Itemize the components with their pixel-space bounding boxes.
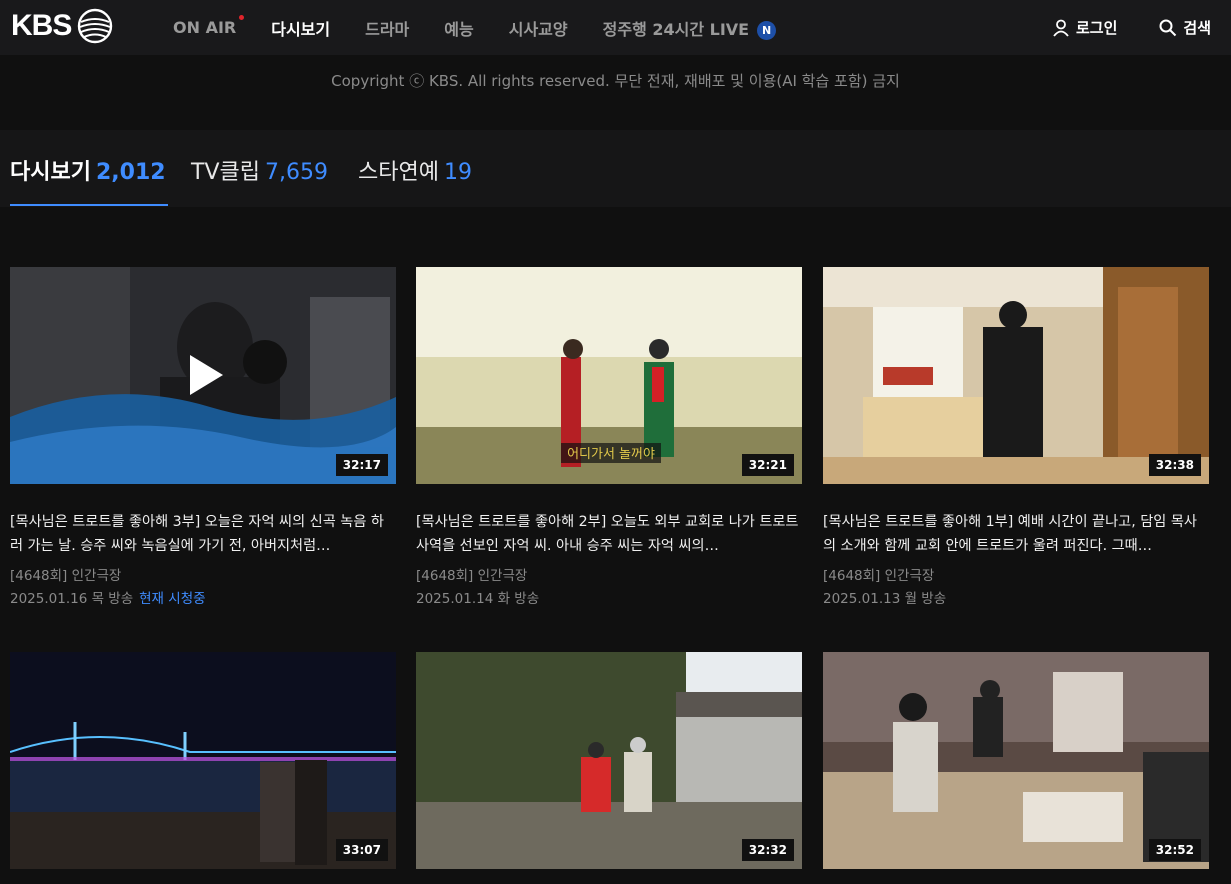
onair-live-dot <box>239 15 245 20</box>
tab-star-count: 19 <box>443 160 472 185</box>
tab-tvclip-label: TV클립 <box>191 160 260 185</box>
logo-text: KBS <box>11 9 72 42</box>
kbs-globe-icon <box>78 8 113 44</box>
user-icon <box>1053 19 1069 37</box>
active-tab-indicator <box>10 204 168 206</box>
menu-onair[interactable]: ON AIR <box>173 15 245 37</box>
video-duration: 32:52 <box>1148 839 1201 861</box>
thumbnail-image: 어디가서 놀꺼야 <box>416 267 802 484</box>
video-title[interactable]: [목사님은 트로트를 좋아해 2부] 오늘도 외부 교회로 나가 트로트 사역을… <box>416 510 802 558</box>
menu-drama-label: 드라마 <box>365 19 410 39</box>
video-program: [4648회] 인간극장 <box>10 568 122 584</box>
video-title[interactable]: [목사님은 트로트를 좋아해 3부] 오늘은 자억 씨의 신곡 녹음 하러 가는… <box>10 510 396 558</box>
video-date: 2025.01.13 월 방송 <box>823 591 947 607</box>
play-icon[interactable] <box>186 352 226 398</box>
menu-onair-label: ON AIR <box>173 18 237 37</box>
tab-replay-count: 2,012 <box>95 160 166 185</box>
video-duration: 32:17 <box>335 454 388 476</box>
video-program: [4648회] 인간극장 <box>416 568 528 584</box>
now-watching-badge: 현재 시청중 <box>139 591 206 607</box>
content-tabs: 다시보기 2,012 TV클립 7,659 스타연예 19 <box>0 130 1231 207</box>
menu-replay-label: 다시보기 <box>271 19 331 39</box>
tab-tvclip-count: 7,659 <box>264 160 328 185</box>
util-menu: 로그인 검색 <box>1052 0 1231 55</box>
video-duration: 32:38 <box>1148 454 1201 476</box>
video-date: 2025.01.14 화 방송 <box>416 591 540 607</box>
video-title[interactable]: [목사님은 트로트를 좋아해 1부] 예배 시간이 끝나고, 담임 목사의 소개… <box>823 510 1209 558</box>
video-program: [4648회] 인간극장 <box>823 568 935 584</box>
menu-drama[interactable]: 드라마 <box>365 16 409 40</box>
copyright-notice: Copyright ⓒ KBS. All rights reserved. 무단… <box>331 72 900 90</box>
video-duration: 33:07 <box>335 839 388 861</box>
tab-tvclip[interactable]: TV클립 7,659 <box>191 154 328 186</box>
kbs-logo[interactable]: KBS <box>11 7 121 45</box>
menu-24h-live[interactable]: 정주행 24시간 LIVE N <box>602 16 777 40</box>
tab-star-label: 스타연예 <box>358 160 439 185</box>
search-button[interactable]: 검색 <box>1159 17 1211 38</box>
menu-current-affairs-label: 시사교양 <box>508 19 568 39</box>
global-nav: KBS ON AIR 다시보기 드라마 예능 시사교양 정주행 24시간 LIV… <box>0 0 1231 55</box>
new-badge: N <box>757 20 777 40</box>
menu-entertainment-label: 예능 <box>444 19 474 39</box>
menu-replay[interactable]: 다시보기 <box>271 16 330 40</box>
video-duration: 32:32 <box>741 839 794 861</box>
video-date: 2025.01.16 목 방송 <box>10 591 134 607</box>
video-thumbnail[interactable]: 어디가서 놀꺼야 32:21 <box>416 267 802 484</box>
video-thumbnail[interactable]: 32:52 <box>823 652 1209 869</box>
menu-24h-live-label: 정주행 24시간 LIVE <box>602 19 750 39</box>
login-label: 로그인 <box>1075 19 1118 37</box>
tab-star[interactable]: 스타연예 19 <box>358 154 472 186</box>
main-menu: ON AIR 다시보기 드라마 예능 시사교양 정주행 24시간 LIVE N <box>173 0 811 55</box>
tab-replay[interactable]: 다시보기 2,012 <box>10 154 166 186</box>
video-card[interactable]: 32:52 <box>823 652 1209 869</box>
video-duration: 32:21 <box>741 454 794 476</box>
thumbnail-image <box>823 652 1209 869</box>
menu-current-affairs[interactable]: 시사교양 <box>509 16 568 40</box>
video-thumbnail[interactable]: 32:32 <box>416 652 802 869</box>
search-icon <box>1159 19 1177 36</box>
menu-entertainment[interactable]: 예능 <box>444 16 473 40</box>
video-card[interactable]: 어디가서 놀꺼야 32:21 [목사님은 트로트를 좋아해 2부] 오늘도 외부… <box>416 267 802 607</box>
thumbnail-caption: 어디가서 놀꺼야 <box>567 447 655 462</box>
video-thumbnail[interactable]: 33:07 <box>10 652 396 869</box>
video-card[interactable]: 32:17 [목사님은 트로트를 좋아해 3부] 오늘은 자억 씨의 신곡 녹음… <box>10 267 396 607</box>
video-thumbnail[interactable]: 32:17 <box>10 267 396 484</box>
thumbnail-image <box>10 652 396 869</box>
video-thumbnail[interactable]: 32:38 <box>823 267 1209 484</box>
thumbnail-image <box>823 267 1209 484</box>
video-card[interactable]: 32:38 [목사님은 트로트를 좋아해 1부] 예배 시간이 끝나고, 담임 … <box>823 267 1209 607</box>
search-label: 검색 <box>1183 19 1211 37</box>
video-meta: 2025.01.16 목 방송 현재 시청중 <box>10 587 396 607</box>
thumbnail-image <box>416 652 802 869</box>
video-card[interactable]: 33:07 <box>10 652 396 869</box>
login-button[interactable]: 로그인 <box>1052 17 1117 38</box>
tab-replay-label: 다시보기 <box>10 160 91 185</box>
video-card[interactable]: 32:32 <box>416 652 802 869</box>
